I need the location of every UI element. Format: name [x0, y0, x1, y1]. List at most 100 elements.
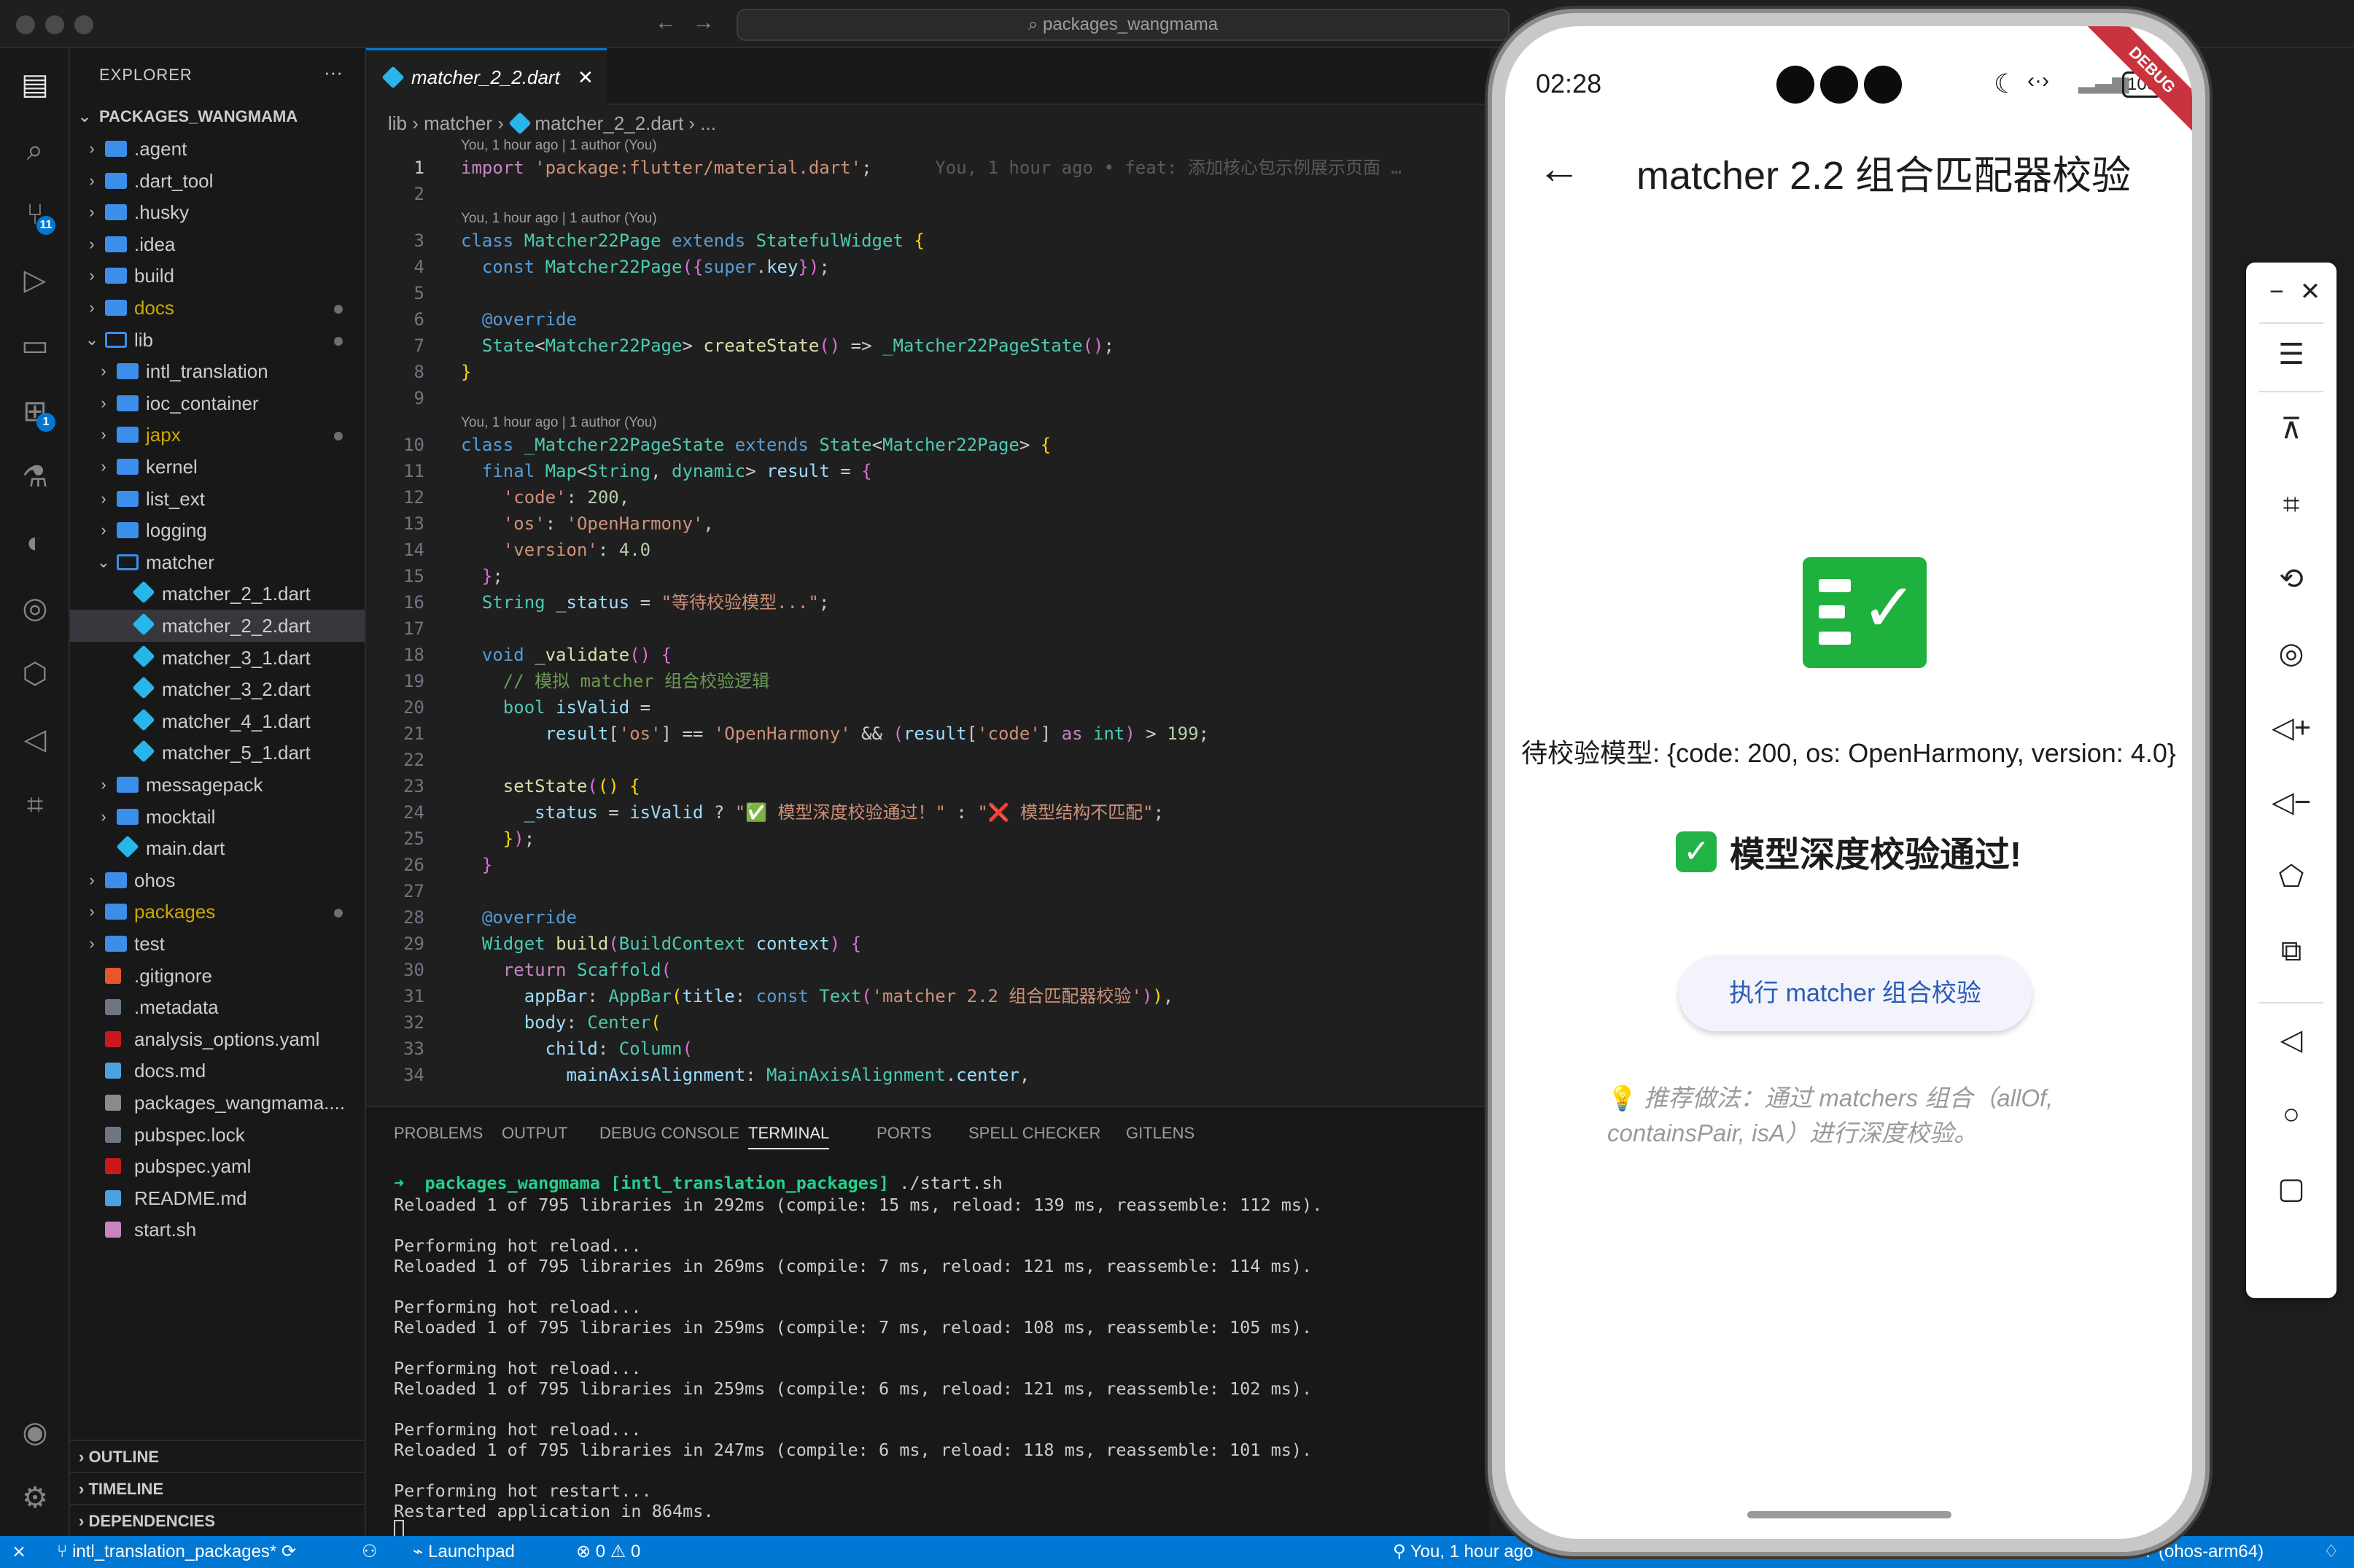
tree-item[interactable]: .gitignore — [70, 960, 365, 992]
tree-item[interactable]: › .idea — [70, 228, 365, 260]
forward-arrow-icon[interactable]: → — [693, 10, 715, 35]
account-icon[interactable]: ◉ — [15, 1412, 55, 1453]
panel-tab-debug-console[interactable]: DEBUG CONSOLE — [599, 1117, 739, 1149]
back-arrow-icon[interactable]: ← — [655, 10, 677, 35]
volume-up-icon[interactable]: ◁+ — [2268, 705, 2315, 751]
blame-item[interactable]: ⚲ You, 1 hour ago — [1393, 1536, 1533, 1568]
tree-item[interactable]: main.dart — [70, 832, 365, 864]
search-icon[interactable]: ⌕ — [15, 130, 55, 171]
close-icon[interactable]: ✕ — [2287, 268, 2334, 315]
timeline-section[interactable]: › TIMELINE — [70, 1472, 365, 1504]
tree-item[interactable]: .metadata — [70, 991, 365, 1023]
tree-item[interactable]: matcher_3_2.dart — [70, 673, 365, 705]
tab-matcher-2-2[interactable]: matcher_2_2.dart ✕ — [366, 48, 607, 105]
tree-item[interactable]: › messagepack — [70, 769, 365, 801]
run-debug-icon[interactable]: ▷ — [15, 260, 55, 300]
zoom-window-button[interactable] — [74, 15, 93, 34]
rotate-icon[interactable]: ⟲ — [2268, 556, 2315, 602]
scan-icon[interactable]: ⌗ — [15, 785, 55, 826]
minimize-window-button[interactable] — [45, 15, 64, 34]
dependencies-section[interactable]: › DEPENDENCIES — [70, 1504, 365, 1536]
breadcrumb-file[interactable]: matcher_2_2.dart — [535, 112, 683, 134]
tree-item[interactable]: matcher_3_1.dart — [70, 642, 365, 674]
panel-tab-ports[interactable]: PORTS — [877, 1117, 931, 1149]
explorer-icon[interactable]: ▤ — [15, 64, 55, 105]
container-icon[interactable]: ⬡ — [15, 653, 55, 694]
tree-item[interactable]: › logging — [70, 514, 365, 546]
tree-item[interactable]: › .dart_tool — [70, 165, 365, 197]
panel-tab-problems[interactable]: PROBLEMS — [394, 1117, 483, 1149]
menu-icon[interactable]: ☰ — [2268, 331, 2315, 378]
tree-item[interactable]: start.sh — [70, 1214, 365, 1246]
tree-item[interactable]: pubspec.lock — [70, 1119, 365, 1151]
run-matcher-button[interactable]: 执行 matcher 组合校验 — [1679, 955, 2032, 1031]
panel-tab-gitlens[interactable]: GITLENS — [1126, 1117, 1195, 1149]
tree-item[interactable]: pubspec.yaml — [70, 1150, 365, 1182]
tree-item[interactable]: ⌄ matcher — [70, 546, 365, 578]
testing-icon[interactable]: ⚗ — [15, 457, 55, 497]
rotate-device-icon[interactable]: ⬠ — [2268, 853, 2315, 900]
nav-recents-icon[interactable]: ▢ — [2268, 1165, 2315, 1212]
launchpad-item[interactable]: ⌁ Launchpad — [413, 1536, 515, 1568]
volume-down-icon[interactable]: ◁− — [2268, 779, 2315, 826]
tree-item[interactable]: matcher_5_1.dart — [70, 737, 365, 769]
source-control-icon[interactable]: ⑂ 11 — [15, 194, 55, 235]
tree-item[interactable]: matcher_2_2.dart — [70, 610, 365, 642]
outline-section[interactable]: › OUTLINE — [70, 1440, 365, 1472]
command-center-search[interactable]: ⌕ packages_wangmama — [737, 9, 1510, 41]
tree-item[interactable]: › japx — [70, 419, 365, 451]
branch-item[interactable]: ⑂ intl_translation_packages* ⟳ — [57, 1536, 296, 1568]
tree-item[interactable]: › packages — [70, 896, 365, 928]
workspace-root[interactable]: ⌄ PACKAGES_WANGMAMA — [70, 101, 365, 133]
codelens-author[interactable]: You, 1 hour ago | 1 author (You) — [461, 209, 657, 229]
panel-tab-terminal[interactable]: TERMINAL — [748, 1117, 830, 1149]
tree-item[interactable]: matcher_4_1.dart — [70, 705, 365, 737]
tree-item[interactable]: ⌄ lib — [70, 324, 365, 356]
tree-item[interactable]: › test — [70, 928, 365, 960]
tab-close-icon[interactable]: ✕ — [578, 50, 594, 104]
settings-gear-icon[interactable]: ⚙ — [15, 1478, 55, 1518]
screenshot-icon[interactable]: ◎ — [2268, 630, 2315, 677]
gitlens-status-icon[interactable]: ⚇ — [362, 1536, 378, 1568]
tree-item[interactable]: › ohos — [70, 864, 365, 896]
no-touch-icon[interactable]: ⊼ — [2268, 405, 2315, 452]
close-window-button[interactable] — [16, 15, 35, 34]
nav-home-icon[interactable]: ○ — [2268, 1091, 2315, 1138]
tree-item[interactable]: packages_wangmama.... — [70, 1087, 365, 1119]
tree-item[interactable]: docs.md — [70, 1055, 365, 1087]
gitlens-icon[interactable]: ◐ — [15, 522, 55, 563]
problems-item[interactable]: ⊗ 0 ⚠ 0 — [576, 1536, 640, 1568]
nav-back-icon[interactable]: ◁ — [2268, 1017, 2315, 1063]
remote-icon[interactable]: ⨯ — [12, 1536, 26, 1568]
tree-item[interactable]: › kernel — [70, 451, 365, 483]
timeline-icon[interactable]: ◎ — [15, 588, 55, 629]
tree-item[interactable]: › docs — [70, 292, 365, 324]
notifications-icon[interactable]: ♢ — [2323, 1536, 2339, 1568]
tree-item[interactable]: › ioc_container — [70, 387, 365, 419]
crop-icon[interactable]: ⌗ — [2268, 481, 2315, 528]
breadcrumb-matcher[interactable]: matcher — [424, 112, 492, 134]
phone-screen[interactable]: 02:28 ☾ ‹·› ▂▃▅ 100 DEBUG ← matcher 2.2 … — [1505, 26, 2192, 1539]
breadcrumb-lib[interactable]: lib — [388, 112, 407, 134]
breadcrumb-symbol[interactable]: ... — [700, 112, 716, 134]
tree-item[interactable]: › list_ext — [70, 483, 365, 515]
explorer-more-icon[interactable]: ··· — [324, 61, 343, 84]
tree-item[interactable]: › intl_translation — [70, 355, 365, 387]
tree-item[interactable]: matcher_2_1.dart — [70, 578, 365, 610]
extensions-icon[interactable]: ⊞ 1 — [15, 391, 55, 432]
codelens-author[interactable]: You, 1 hour ago | 1 author (You) — [461, 136, 657, 156]
tree-item[interactable]: › .husky — [70, 196, 365, 228]
panel-tab-output[interactable]: OUTPUT — [502, 1117, 567, 1149]
multi-screen-icon[interactable]: ⧉ — [2268, 928, 2315, 974]
remote-explorer-icon[interactable]: ▭ — [15, 325, 55, 366]
tree-item[interactable]: › mocktail — [70, 801, 365, 833]
tree-item[interactable]: › .agent — [70, 133, 365, 165]
codelens-author[interactable]: You, 1 hour ago | 1 author (You) — [461, 413, 657, 433]
home-indicator[interactable] — [1747, 1511, 1951, 1518]
panel-tab-spell-checker[interactable]: SPELL CHECKER — [968, 1117, 1100, 1149]
back-arrow-icon[interactable]: ← — [1537, 143, 1581, 193]
flutter-icon[interactable]: ◁ — [15, 719, 55, 760]
tree-item[interactable]: analysis_options.yaml — [70, 1023, 365, 1055]
tree-item[interactable]: README.md — [70, 1182, 365, 1214]
tree-item[interactable]: › build — [70, 260, 365, 292]
